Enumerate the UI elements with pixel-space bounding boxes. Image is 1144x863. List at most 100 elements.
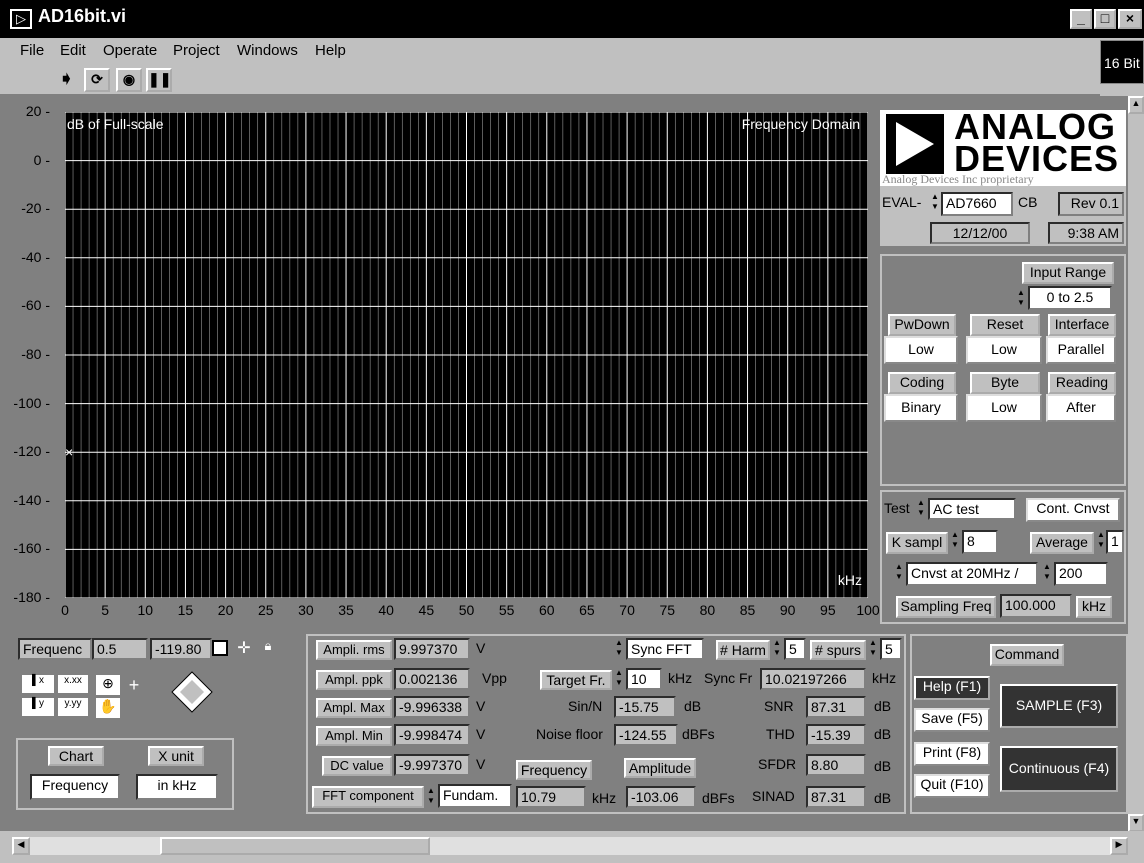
sfdr-value: 8.80 xyxy=(806,754,866,776)
zoom-icon[interactable]: ⊕ xyxy=(96,675,120,695)
window-title: AD16bit.vi xyxy=(38,6,127,26)
print-button[interactable]: Print (F8) xyxy=(914,742,990,766)
test-select[interactable]: AC test xyxy=(928,498,1016,520)
ampl-ppk-value: 0.002136 xyxy=(394,668,470,690)
average-spinner[interactable]: ▲ ▼ xyxy=(1096,530,1106,552)
xunit-select[interactable]: in kHz xyxy=(136,774,218,800)
pause-icon[interactable]: ❚❚ xyxy=(146,68,172,92)
sample-button[interactable]: SAMPLE (F3) xyxy=(1000,684,1118,728)
scroll-down-icon[interactable]: ▼ xyxy=(1128,814,1144,832)
cursor-style-icon[interactable] xyxy=(212,640,228,656)
x-scale-icon[interactable]: ▌x xyxy=(22,675,54,693)
target-freq-input[interactable]: 10 xyxy=(626,668,662,690)
ksampl-spinner[interactable]: ▲ ▼ xyxy=(950,530,960,552)
cnvst-div-spinner[interactable]: ▲ ▼ xyxy=(1042,562,1052,584)
revision: Rev 0.1 xyxy=(1058,192,1124,216)
time-display: 9:38 AM xyxy=(1048,222,1124,244)
lock-icon[interactable]: 🔒︎ xyxy=(258,638,278,660)
coding-toggle[interactable]: Binary xyxy=(884,394,958,422)
harm-input[interactable]: 5 xyxy=(784,638,806,660)
target-freq-spinner[interactable]: ▲ ▼ xyxy=(614,668,624,690)
spurs-spinner[interactable]: ▲ ▼ xyxy=(868,638,878,660)
scroll-right-icon[interactable]: ▶ xyxy=(1110,837,1128,855)
y-tick-label: -140 - xyxy=(13,491,50,508)
continuous-button[interactable]: Continuous (F4) xyxy=(1000,746,1118,792)
menu-edit[interactable]: Edit xyxy=(60,42,86,59)
interface-toggle[interactable]: Parallel xyxy=(1046,336,1116,364)
sinad-unit: dB xyxy=(874,790,892,806)
maximize-button[interactable]: □ xyxy=(1094,9,1116,29)
menu-project[interactable]: Project xyxy=(173,42,220,59)
cnvst-select[interactable]: Cnvst at 20MHz / xyxy=(906,562,1038,586)
crosshair-icon[interactable]: ✛ xyxy=(232,638,256,660)
input-range-select[interactable]: 0 to 2.5 xyxy=(1028,286,1112,310)
cursor-x[interactable]: 0.5 xyxy=(92,638,148,660)
save-button[interactable]: Save (F5) xyxy=(914,708,990,732)
y-tick-label: -160 - xyxy=(13,540,50,557)
graph-title: Frequency Domain xyxy=(741,116,860,132)
scroll-left-icon[interactable]: ◀ xyxy=(12,837,30,855)
harm-spinner[interactable]: ▲ ▼ xyxy=(772,638,782,660)
sampling-freq-label: Sampling Freq xyxy=(896,596,996,618)
menu-operate[interactable]: Operate xyxy=(103,42,157,59)
sync-fft-spinner[interactable]: ▲ ▼ xyxy=(614,638,624,660)
scroll-up-icon[interactable]: ▲ xyxy=(1128,96,1144,114)
cursor-name[interactable]: Frequenc xyxy=(18,638,92,660)
cursor-y[interactable]: -119.80 xyxy=(150,638,212,660)
graph-xunit: kHz xyxy=(837,572,862,588)
ampl-max-label: Ampl. Max xyxy=(316,698,392,718)
x-tick-label: 80 xyxy=(699,602,716,618)
title-bar: ▷ AD16bit.vi _ □ × xyxy=(0,0,1144,38)
menu-help[interactable]: Help xyxy=(315,42,346,59)
run-arrow-icon[interactable]: ➧ xyxy=(58,68,80,90)
help-button[interactable]: Help (F1) xyxy=(914,676,990,700)
cnvst-spinner[interactable]: ▲ ▼ xyxy=(894,562,904,584)
x-tick-label: 5 xyxy=(101,602,110,618)
x-tick-label: 15 xyxy=(177,602,194,618)
cnvst-div-input[interactable]: 200 xyxy=(1054,562,1108,586)
fft-component-select[interactable]: Fundam. xyxy=(438,784,512,808)
horizontal-scrollbar[interactable]: ◀ ▶ xyxy=(0,831,1144,863)
fft-component-spinner[interactable]: ▲ ▼ xyxy=(426,786,436,808)
x-tick-label: 100 xyxy=(856,602,880,618)
sync-fr-label: Sync Fr xyxy=(704,670,753,686)
abort-icon[interactable]: ◉ xyxy=(116,68,142,92)
graph-cursor-marker: × xyxy=(65,444,73,460)
part-spinner[interactable]: ▲ ▼ xyxy=(930,192,940,214)
ksampl-input[interactable]: 8 xyxy=(962,530,998,554)
sync-fft-select[interactable]: Sync FFT xyxy=(626,638,704,660)
thd-label: THD xyxy=(766,726,795,742)
menu-file[interactable]: File xyxy=(20,42,44,59)
minimize-button[interactable]: _ xyxy=(1070,9,1092,29)
reading-toggle[interactable]: After xyxy=(1046,394,1116,422)
menu-windows[interactable]: Windows xyxy=(237,42,298,59)
pwdown-toggle[interactable]: Low xyxy=(884,336,958,364)
run-continuously-icon[interactable]: ⟳ xyxy=(84,68,110,92)
amplitude-label: Amplitude xyxy=(624,758,696,778)
scroll-thumb[interactable] xyxy=(160,837,430,855)
test-label: Test xyxy=(884,500,910,516)
ampl-min-unit: V xyxy=(476,726,486,742)
byte-toggle[interactable]: Low xyxy=(966,394,1042,422)
close-button[interactable]: × xyxy=(1118,9,1142,29)
x-format-icon[interactable]: x.xx xyxy=(58,675,88,693)
quit-button[interactable]: Quit (F10) xyxy=(914,774,990,798)
spurs-input[interactable]: 5 xyxy=(880,638,902,660)
chart-select[interactable]: Frequency xyxy=(30,774,120,800)
pan-hand-icon[interactable]: ✋ xyxy=(96,698,120,718)
plus-cursor-icon[interactable]: + xyxy=(122,675,146,695)
cursor-move-diamond-icon[interactable] xyxy=(170,670,214,714)
y-format-icon[interactable]: y.yy xyxy=(58,698,88,716)
input-range-spinner[interactable]: ▲ ▼ xyxy=(1016,288,1026,310)
vertical-scrollbar[interactable]: ▲ ▼ xyxy=(1128,96,1144,832)
cont-cnvst-button[interactable]: Cont. Cnvst xyxy=(1026,498,1120,522)
test-spinner[interactable]: ▲ ▼ xyxy=(916,498,926,520)
spurs-label: # spurs xyxy=(810,640,866,660)
date-display: 12/12/00 xyxy=(930,222,1030,244)
y-tick-label: -180 - xyxy=(13,589,50,605)
average-input[interactable]: 1 xyxy=(1106,530,1124,554)
command-label: Command xyxy=(990,644,1064,666)
part-select[interactable]: AD7660 xyxy=(941,192,1013,216)
reset-toggle[interactable]: Low xyxy=(966,336,1042,364)
y-scale-icon[interactable]: ▌y xyxy=(22,698,54,716)
